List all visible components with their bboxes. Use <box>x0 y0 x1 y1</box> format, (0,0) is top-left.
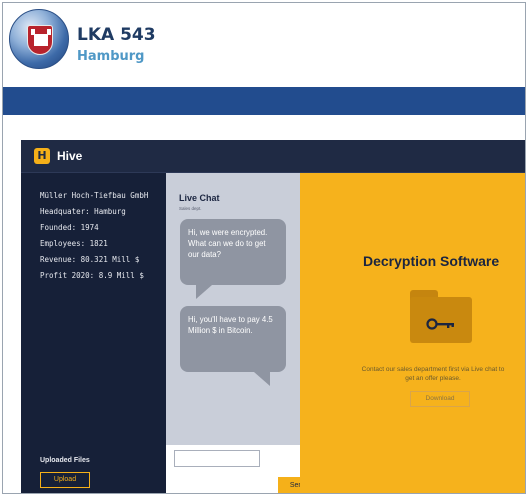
folder-body <box>410 297 472 343</box>
chat-message-attacker: Hi, you'll have to pay 4.5 Million $ in … <box>180 306 286 386</box>
info-founded: Founded: 1974 <box>40 223 99 232</box>
chat-title: Live Chat <box>179 193 220 203</box>
app-name: Hive <box>57 149 83 163</box>
header-divider-bar <box>3 87 525 115</box>
uploaded-files-label: Uploaded Files <box>40 457 90 464</box>
decryption-title: Decryption Software <box>363 253 500 269</box>
ransomware-portal-screenshot: H Hive Müller Hoch-Tiefbau GmbH Headquat… <box>21 140 525 493</box>
chat-subtitle: Sales dept. <box>179 206 202 211</box>
info-headquarter: Headquater: Hamburg <box>40 207 126 216</box>
download-button[interactable]: Download <box>410 391 470 407</box>
info-profit: Profit 2020: 8.9 Mill $ <box>40 271 144 280</box>
hamburg-emblem-logo <box>9 9 69 69</box>
chat-message-input[interactable] <box>174 450 260 467</box>
contact-instructions: Contact our sales department first via L… <box>361 366 505 382</box>
info-revenue: Revenue: 80.321 Mill $ <box>40 255 140 264</box>
page-frame: LKA 543 Hamburg H Hive Müller Hoch-Tiefb… <box>2 2 526 494</box>
victim-info-panel: Müller Hoch-Tiefbau GmbH Headquater: Ham… <box>21 173 166 493</box>
page-title: LKA 543 <box>77 25 156 45</box>
info-company: Müller Hoch-Tiefbau GmbH <box>40 191 149 200</box>
locked-folder-icon <box>410 290 472 343</box>
decryption-panel: Decryption Software Contact our sales de… <box>300 173 525 493</box>
coat-of-arms-icon <box>27 25 53 55</box>
chat-message-victim: Hi, we were encrypted. What can we do to… <box>180 219 286 299</box>
app-topbar: H Hive <box>21 140 525 173</box>
page-subtitle: Hamburg <box>77 49 145 64</box>
castle-icon <box>31 29 51 46</box>
header: LKA 543 Hamburg <box>3 3 525 87</box>
info-employees: Employees: 1821 <box>40 239 108 248</box>
key-icon <box>426 318 454 330</box>
hive-logo-icon: H <box>34 148 50 164</box>
live-chat-panel: Live Chat Sales dept. Hi, we were encryp… <box>166 173 300 493</box>
upload-button[interactable]: Upload <box>40 472 90 488</box>
